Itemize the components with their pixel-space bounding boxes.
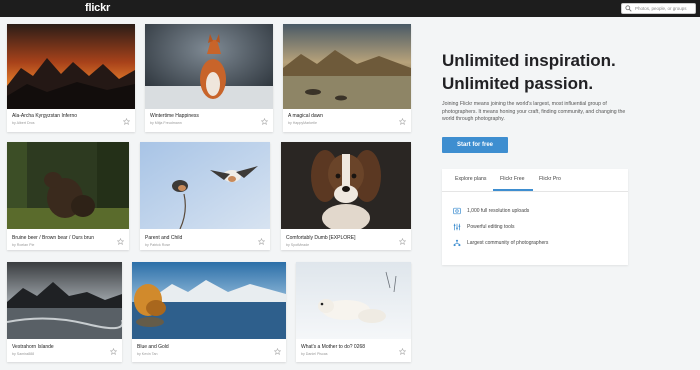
photo-card[interactable]: Vestrahorn Islande by Samira888 bbox=[7, 262, 122, 362]
upload-icon bbox=[453, 207, 461, 215]
search-box[interactable]: Photos, people, or groups bbox=[621, 3, 696, 14]
photo-title[interactable]: A magical dawn bbox=[288, 113, 323, 119]
photo-title[interactable]: Vestrahorn Islande bbox=[12, 344, 54, 350]
photo-title[interactable]: Wintertime Happiness bbox=[150, 113, 199, 119]
favorite-star-icon[interactable] bbox=[399, 118, 406, 125]
active-tab-indicator bbox=[493, 189, 533, 191]
favorite-star-icon[interactable] bbox=[399, 348, 406, 355]
favorite-star-icon[interactable] bbox=[117, 238, 124, 245]
photo-author[interactable]: by Daniel Piscas bbox=[301, 352, 328, 356]
photo-card[interactable]: Comfortably Dumb [EXPLORE] by SpotMeade bbox=[281, 142, 411, 250]
photo-author[interactable]: by Kevin Tan bbox=[137, 352, 158, 356]
photo-title[interactable]: What's a Mother to do? 0268 bbox=[301, 344, 365, 350]
photo-card[interactable]: Wintertime Happiness by Mitja Freudmann bbox=[145, 24, 273, 132]
top-bar: flickr Photos, people, or groups bbox=[0, 0, 700, 17]
editing-tools-icon bbox=[453, 223, 461, 231]
photo-image[interactable] bbox=[145, 24, 273, 109]
start-for-free-button[interactable]: Start for free bbox=[442, 137, 508, 153]
feature-text: Powerful editing tools bbox=[467, 224, 515, 230]
search-input[interactable]: Photos, people, or groups bbox=[635, 6, 687, 11]
promo-description: Joining Flickr means joining the world's… bbox=[442, 101, 626, 123]
photo-card[interactable]: A magical dawn by HappyMarketle bbox=[283, 24, 411, 132]
hero-headline: Unlimited inspiration. bbox=[442, 51, 616, 70]
photo-card[interactable]: Bruine beer / Brown bear / Ours brun by … bbox=[7, 142, 129, 250]
photo-image[interactable] bbox=[132, 262, 286, 339]
photo-author[interactable]: by Patrick Rose bbox=[145, 243, 170, 247]
flickr-logo[interactable]: flickr bbox=[85, 2, 110, 14]
photo-image[interactable] bbox=[7, 24, 135, 109]
photo-title[interactable]: Blue and Gold bbox=[137, 344, 169, 350]
photo-author[interactable]: by Albert Dros bbox=[12, 121, 35, 125]
photo-card[interactable]: Ala-Archa Kyrgyzstan Inferno by Albert D… bbox=[7, 24, 135, 132]
photo-author[interactable]: by SpotMeade bbox=[286, 243, 309, 247]
photo-title[interactable]: Bruine beer / Brown bear / Ours brun bbox=[12, 235, 94, 241]
tab-explore-plans[interactable]: Explore plans bbox=[455, 176, 486, 182]
photo-image[interactable] bbox=[296, 262, 411, 339]
plans-panel: Explore plans Flickr Free Flickr Pro 1,0… bbox=[442, 169, 628, 265]
photo-image[interactable] bbox=[140, 142, 270, 229]
photo-author[interactable]: by HappyMarketle bbox=[288, 121, 317, 125]
favorite-star-icon[interactable] bbox=[258, 238, 265, 245]
search-icon bbox=[625, 5, 632, 12]
photo-title[interactable]: Parent and Child bbox=[145, 235, 182, 241]
photo-image[interactable] bbox=[7, 262, 122, 339]
photo-card[interactable]: Blue and Gold by Kevin Tan bbox=[132, 262, 286, 362]
photo-title[interactable]: Ala-Archa Kyrgyzstan Inferno bbox=[12, 113, 77, 119]
hero-subheadline: Unlimited passion. bbox=[442, 74, 594, 93]
photo-author[interactable]: by Samira888 bbox=[12, 352, 34, 356]
photo-card[interactable]: Parent and Child by Patrick Rose bbox=[140, 142, 270, 250]
photo-title[interactable]: Comfortably Dumb [EXPLORE] bbox=[286, 235, 355, 241]
photo-image[interactable] bbox=[283, 24, 411, 109]
tab-flickr-pro[interactable]: Flickr Pro bbox=[539, 176, 561, 182]
favorite-star-icon[interactable] bbox=[123, 118, 130, 125]
favorite-star-icon[interactable] bbox=[274, 348, 281, 355]
photo-author[interactable]: by Roelan Pie bbox=[12, 243, 34, 247]
photo-card[interactable]: What's a Mother to do? 0268 by Daniel Pi… bbox=[296, 262, 411, 362]
photo-image[interactable] bbox=[281, 142, 411, 229]
feature-text: Largest community of photographers bbox=[467, 240, 549, 246]
favorite-star-icon[interactable] bbox=[399, 238, 406, 245]
tab-flickr-free[interactable]: Flickr Free bbox=[500, 176, 525, 182]
favorite-star-icon[interactable] bbox=[261, 118, 268, 125]
plans-tabs: Explore plans Flickr Free Flickr Pro bbox=[442, 169, 628, 192]
community-icon bbox=[453, 239, 461, 247]
favorite-star-icon[interactable] bbox=[110, 348, 117, 355]
photo-author[interactable]: by Mitja Freudmann bbox=[150, 121, 182, 125]
feature-text: 1,000 full resolution uploads bbox=[467, 208, 530, 214]
photo-image[interactable] bbox=[7, 142, 129, 229]
